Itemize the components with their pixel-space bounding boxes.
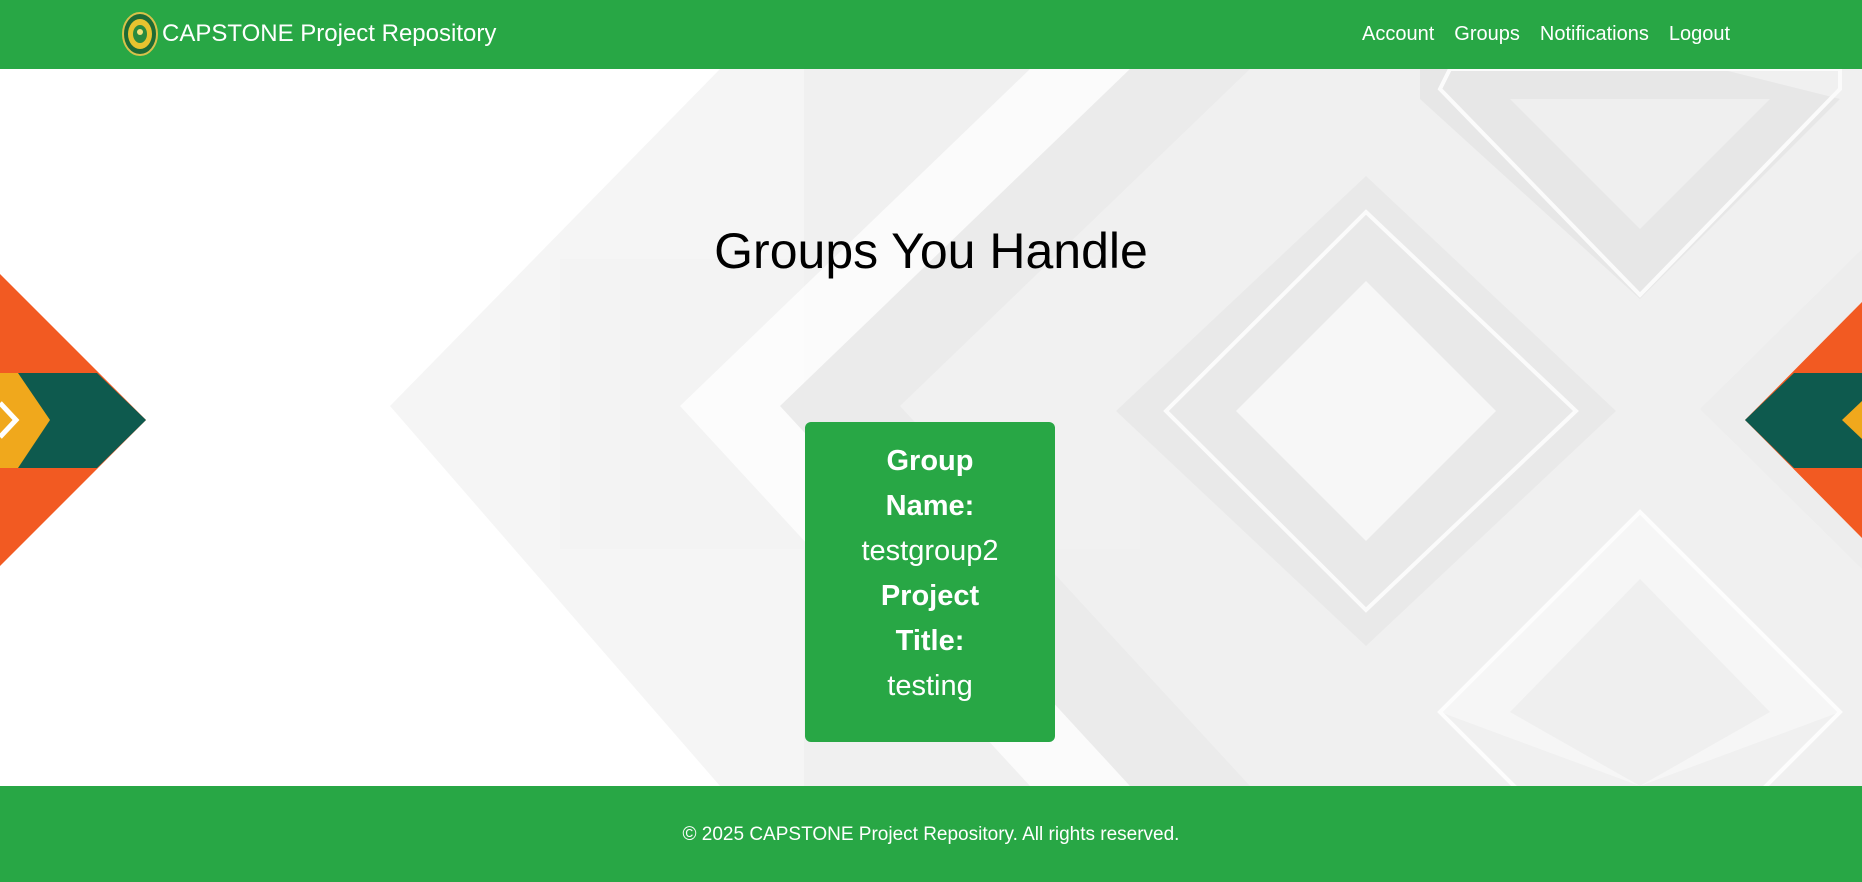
nav-notifications-link[interactable]: Notifications <box>1540 23 1649 46</box>
navbar: CAPSTONE Project Repository Account Grou… <box>0 0 1862 69</box>
brand-title: CAPSTONE Project Repository <box>162 20 497 47</box>
page-title: Groups You Handle <box>714 223 1148 279</box>
nav-account-link[interactable]: Account <box>1362 23 1434 46</box>
footer: © 2025 CAPSTONE Project Repository. All … <box>0 786 1862 882</box>
university-seal-logo <box>122 12 158 56</box>
brand-link[interactable]: CAPSTONE Project Repository <box>122 11 496 57</box>
project-title-value: testing <box>887 670 973 702</box>
group-name-label: Group Name: <box>885 445 975 522</box>
nav-logout-link[interactable]: Logout <box>1669 23 1730 46</box>
nav-links: Account Groups Notifications Logout <box>1362 0 1730 69</box>
footer-copyright: © 2025 CAPSTONE Project Repository. All … <box>682 824 1180 845</box>
group-name-value: testgroup2 <box>861 535 999 567</box>
group-card[interactable]: Group Name: testgroup2 Project Title: te… <box>805 422 1055 742</box>
project-title-label: Project Title: <box>880 580 980 657</box>
main-content: Groups You Handle Group Name: testgroup2… <box>0 69 1862 786</box>
nav-groups-link[interactable]: Groups <box>1454 23 1520 46</box>
